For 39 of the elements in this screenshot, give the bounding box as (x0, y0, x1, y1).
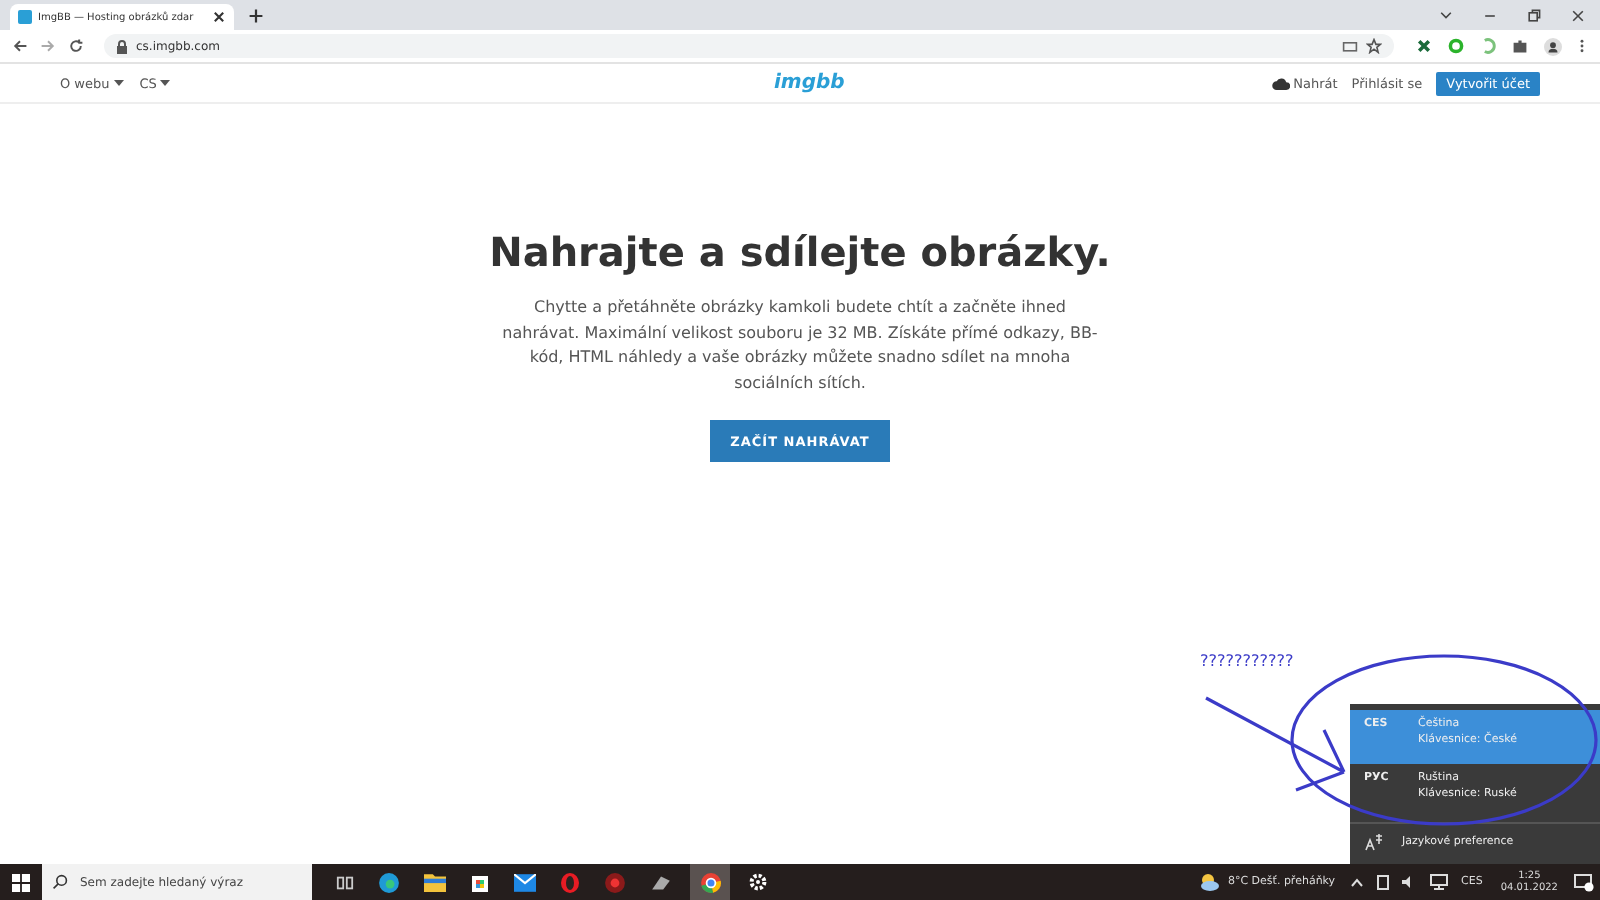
site-favicon-icon (18, 10, 32, 24)
menu-icon[interactable] (1578, 38, 1586, 54)
restore-icon[interactable] (1526, 8, 1542, 24)
network-icon[interactable] (1429, 874, 1448, 890)
weather-icon[interactable] (1197, 872, 1220, 892)
chevron-up-icon[interactable] (1349, 877, 1364, 887)
store-icon[interactable] (470, 872, 490, 892)
cross-icon[interactable] (1416, 38, 1432, 54)
search-icon (52, 874, 68, 890)
new-tab-icon[interactable] (248, 8, 264, 24)
hero-description: Chytte a přetáhněte obrázky kamkoli budete chtít a začněte ihned nahrávat. Maximální velikost souboru je 32 MB. Získáte přímé odkazy, BB-kód, HTML náhledy a vaše obrázky můžete snadno sdílet na mnoha sociálních sítích. (500, 296, 1100, 395)
caret-icon (160, 80, 171, 86)
chrome-taskbar-button[interactable] (690, 864, 730, 900)
opera-icon[interactable] (560, 871, 580, 893)
ring-icon[interactable] (1448, 38, 1464, 54)
battery-icon[interactable] (1375, 874, 1390, 890)
close-icon[interactable] (1570, 8, 1586, 24)
caret-icon (113, 80, 124, 86)
back-icon[interactable] (12, 38, 28, 54)
record-icon[interactable] (604, 871, 626, 893)
chrome-icon (699, 871, 721, 893)
chevron-icon[interactable] (1438, 8, 1454, 24)
task-view-icon[interactable] (336, 873, 354, 891)
profile-icon[interactable] (1544, 37, 1562, 55)
mail-icon[interactable] (514, 873, 536, 891)
notifications-icon[interactable] (1574, 873, 1594, 891)
annotation-text: ??????????? (1200, 652, 1294, 670)
windows-start-icon[interactable] (12, 873, 30, 891)
reload-icon[interactable] (68, 38, 84, 54)
star-icon[interactable] (1366, 38, 1382, 54)
folder-icon[interactable] (424, 872, 446, 892)
close-icon[interactable] (212, 10, 226, 24)
language-icon (1364, 832, 1384, 852)
lock-icon (116, 39, 128, 53)
share-icon[interactable] (1342, 38, 1358, 54)
settings-icon[interactable] (748, 872, 768, 892)
annotation-arrow (1204, 696, 1346, 792)
browser-edge-icon[interactable] (378, 871, 400, 893)
hero-title: Nahrajte a sdílejte obrázky. (489, 228, 1111, 276)
